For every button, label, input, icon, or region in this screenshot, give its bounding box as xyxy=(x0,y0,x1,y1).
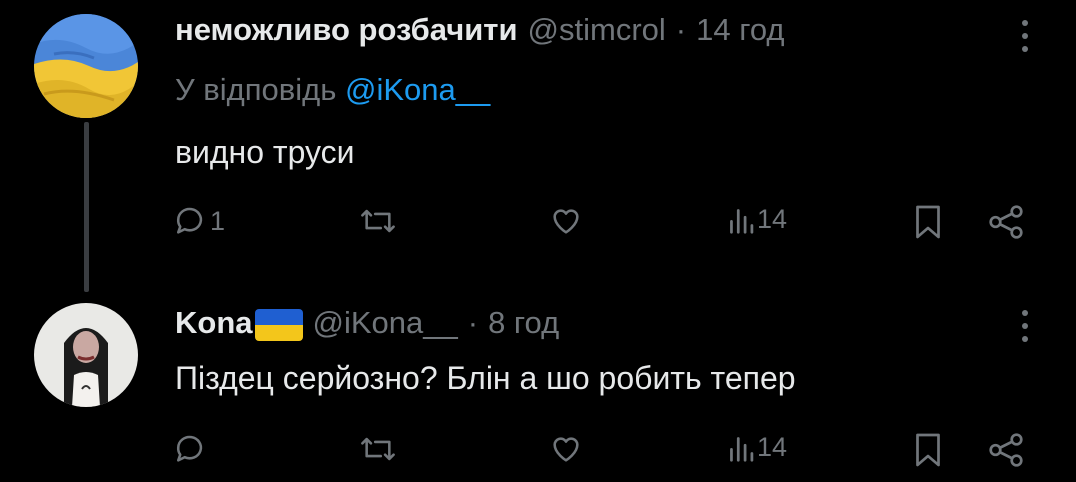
author-handle[interactable]: @iKona__ xyxy=(313,305,458,341)
avatar[interactable] xyxy=(34,303,138,407)
views-icon xyxy=(730,208,754,234)
ukraine-flag-avatar-icon xyxy=(34,14,138,118)
repost-icon xyxy=(361,209,395,233)
like-button[interactable] xyxy=(548,204,584,238)
reply-prefix: У відповідь xyxy=(175,72,337,107)
reply-count: 1 xyxy=(210,205,226,236)
repost-button[interactable] xyxy=(358,204,398,238)
post-header: неможливо розбачити @stimcrol · 14 год xyxy=(175,12,785,48)
reply-button[interactable] xyxy=(174,432,208,466)
share-button[interactable] xyxy=(986,432,1026,468)
reply-icon xyxy=(176,207,203,234)
more-icon[interactable] xyxy=(1010,16,1040,56)
reply-mention[interactable]: @iKona__ xyxy=(345,72,490,107)
repost-icon xyxy=(361,437,395,461)
views-button[interactable]: 14 xyxy=(727,432,787,463)
avatar[interactable] xyxy=(34,14,138,118)
separator-dot: · xyxy=(467,305,479,340)
views-count: 14 xyxy=(757,432,788,462)
bookmark-icon xyxy=(916,205,940,239)
post-text: видно труси xyxy=(175,134,355,170)
post-time[interactable]: 14 год xyxy=(696,12,784,48)
like-icon xyxy=(553,209,579,234)
separator-dot: · xyxy=(675,12,687,47)
bookmark-button[interactable] xyxy=(912,432,944,468)
author-handle[interactable]: @stimcrol xyxy=(528,12,666,48)
views-count: 14 xyxy=(757,204,788,234)
post-time[interactable]: 8 год xyxy=(488,305,559,341)
author-name[interactable]: Kona xyxy=(175,305,303,341)
reply-button[interactable]: 1 xyxy=(174,204,225,238)
share-icon xyxy=(989,205,1023,239)
bookmark-button[interactable] xyxy=(912,204,944,240)
action-bar: 1 14 xyxy=(0,204,1076,244)
share-icon xyxy=(989,433,1023,467)
ukraine-flag-emoji xyxy=(254,308,303,341)
views-icon xyxy=(730,436,754,462)
author-name[interactable]: неможливо розбачити xyxy=(175,12,518,48)
profile-photo-avatar-icon xyxy=(34,303,138,407)
like-button[interactable] xyxy=(548,432,584,466)
post-header: Kona @iKona__ · 8 год xyxy=(175,305,559,341)
action-bar: 14 xyxy=(0,432,1076,472)
reply-context: У відповідь @iKona__ xyxy=(175,72,490,108)
share-button[interactable] xyxy=(986,204,1026,240)
author-name-text: Kona xyxy=(175,305,253,340)
views-button[interactable]: 14 xyxy=(727,204,787,235)
like-icon xyxy=(553,437,579,462)
bookmark-icon xyxy=(916,433,940,467)
more-icon[interactable] xyxy=(1010,306,1040,346)
repost-button[interactable] xyxy=(358,432,398,466)
reply-icon xyxy=(176,435,203,462)
post-text: Піздец серйозно? Блін а шо робить тепер xyxy=(175,360,796,396)
